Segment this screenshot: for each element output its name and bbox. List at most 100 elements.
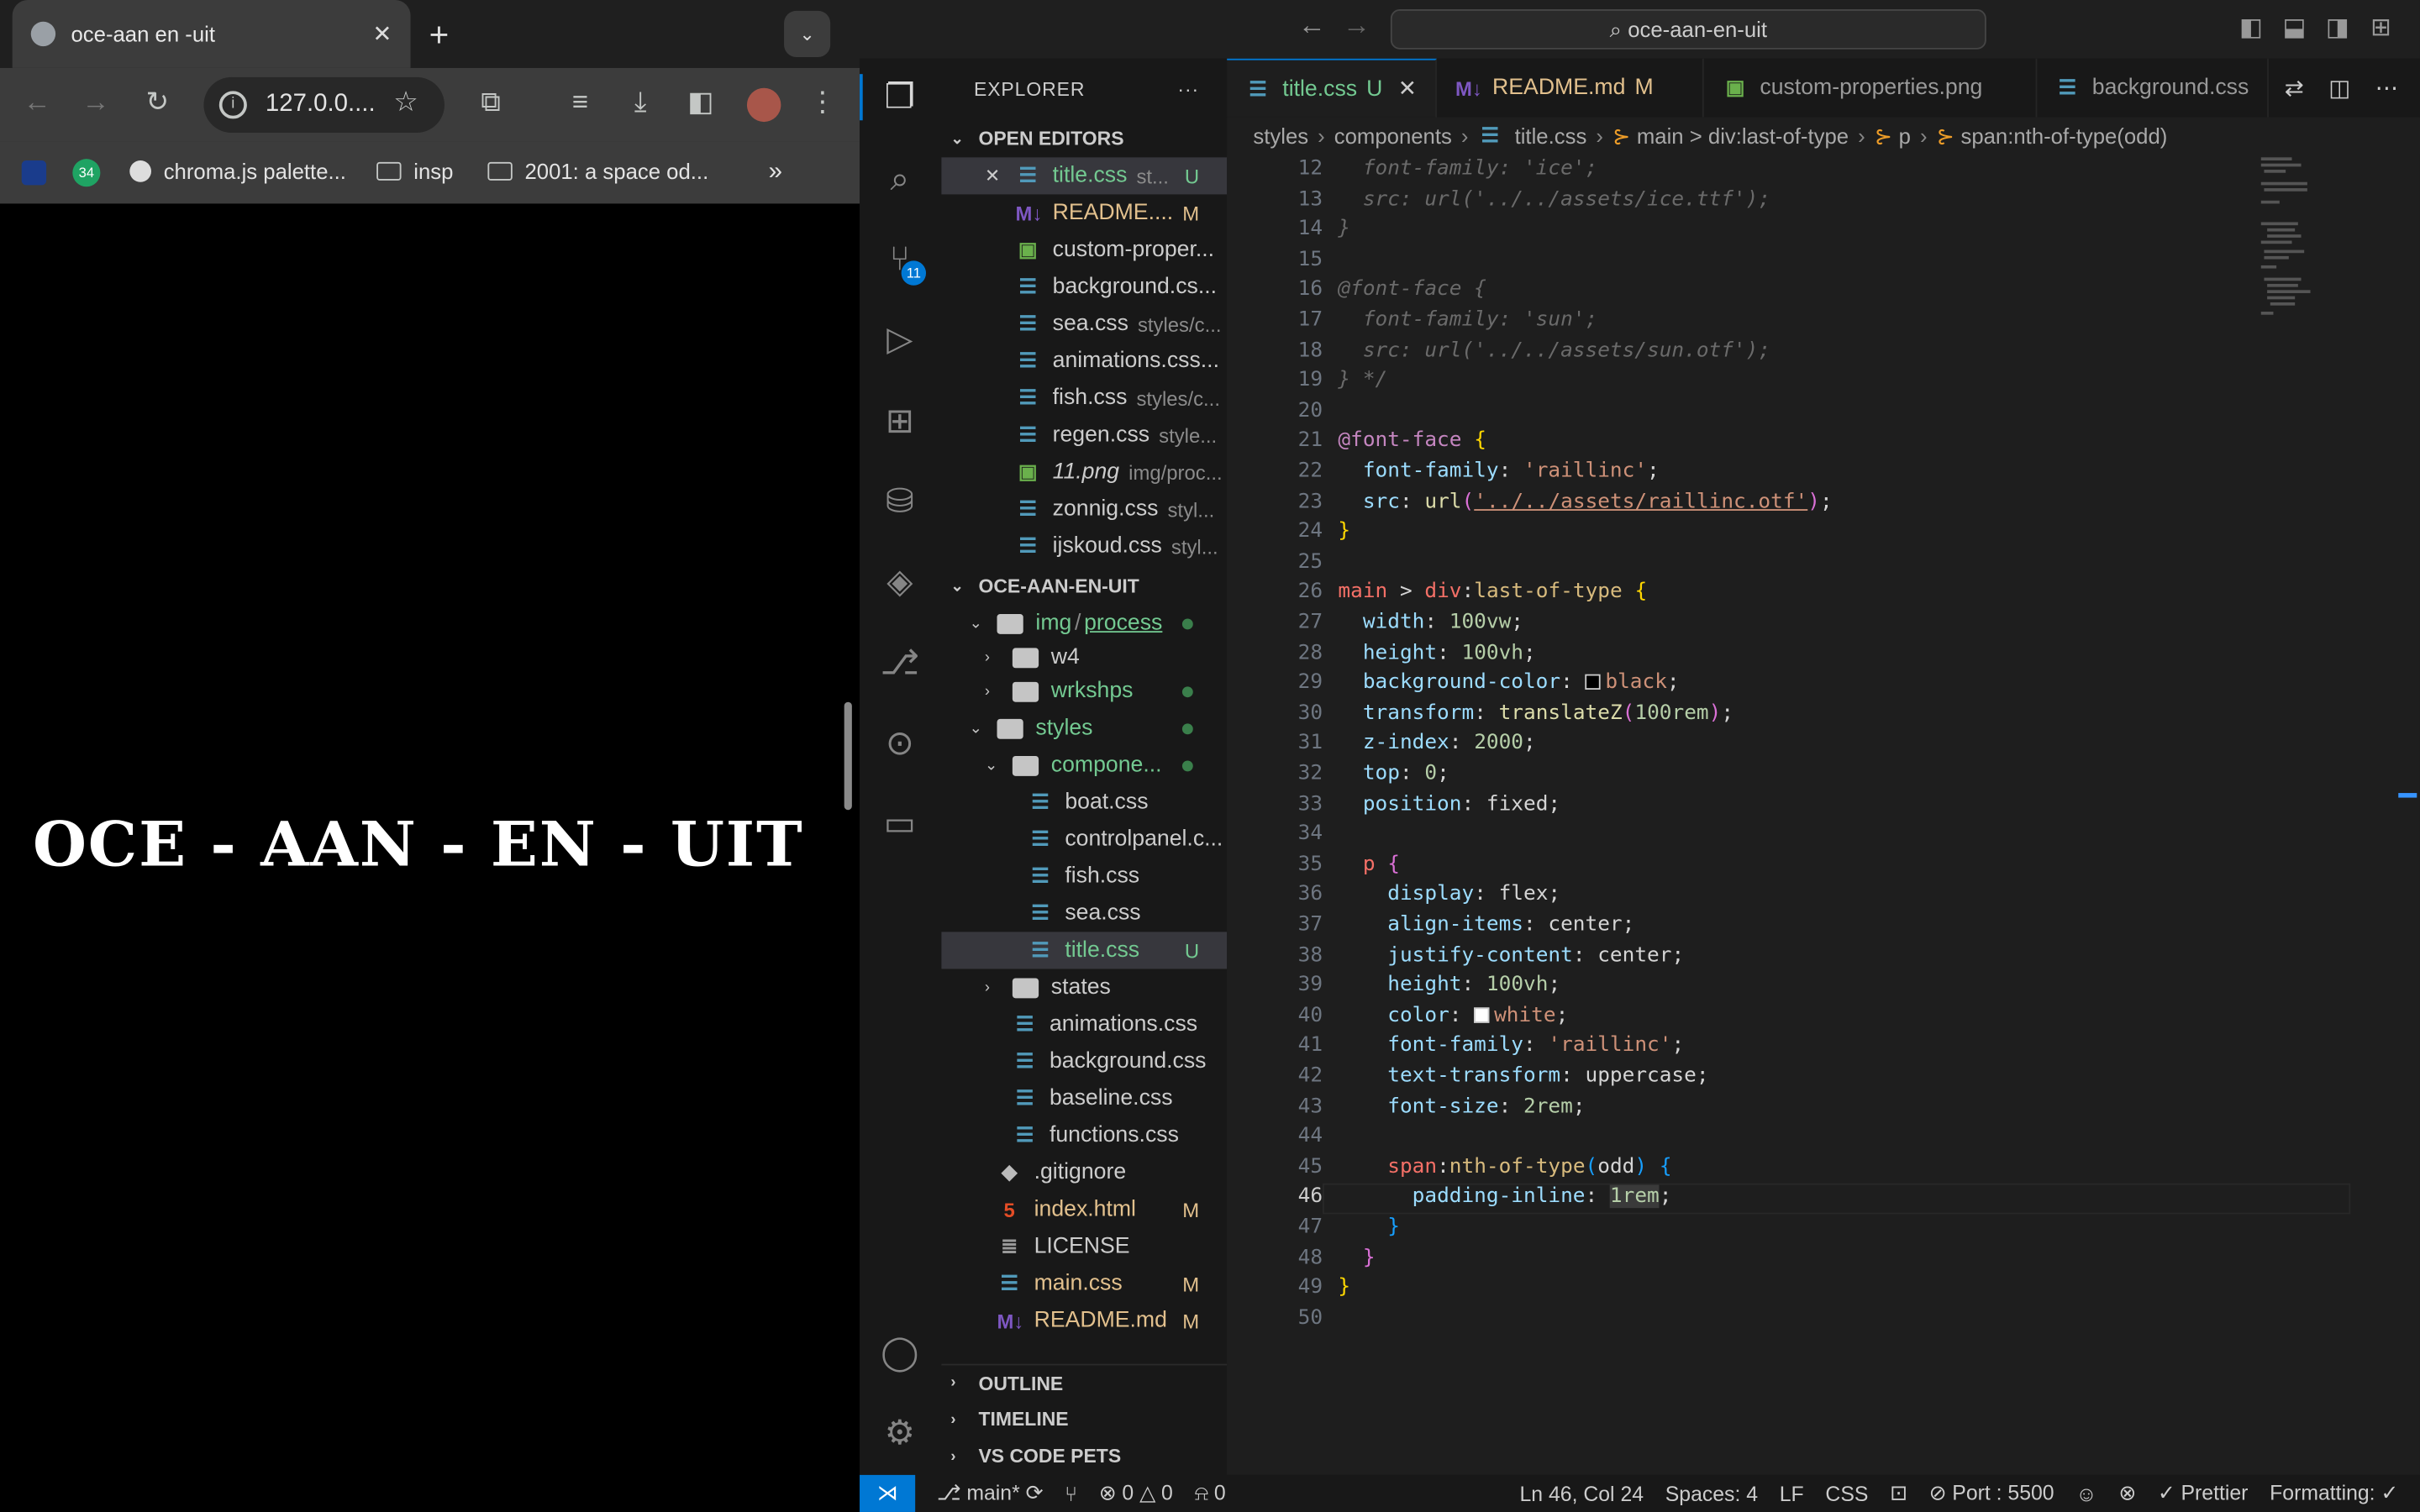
outline-section[interactable]: › OUTLINE: [941, 1363, 1228, 1401]
tree-file[interactable]: M↓ README.md M: [941, 1302, 1227, 1339]
extension-badge-icon[interactable]: 34: [72, 159, 101, 187]
more-bookmarks-icon[interactable]: »: [769, 159, 782, 186]
editor-tab-title-css[interactable]: ☰ title.css U ✕: [1227, 58, 1437, 118]
media-controls-icon[interactable]: ≡: [562, 87, 599, 119]
breadcrumb-item[interactable]: span:nth-of-type(odd): [1960, 123, 2167, 148]
tree-file[interactable]: ◆ .gitignore: [941, 1154, 1227, 1191]
timeline-section[interactable]: › TIMELINE: [941, 1401, 1227, 1438]
code-editor[interactable]: 12 13 14 15 16 17 18 19 20 21 22 23 24 25 26 27 28 29 30 31…: [1227, 154, 2420, 1475]
bookmark-folder-insp[interactable]: insp: [376, 159, 453, 184]
breadcrumb-item[interactable]: p: [1899, 123, 1911, 148]
tree-folder-components[interactable]: ⌄ compone...: [941, 747, 1227, 784]
breadcrumb-item[interactable]: title.css: [1515, 123, 1587, 148]
tree-file[interactable]: ☰ main.css M: [941, 1265, 1227, 1302]
live-server-port[interactable]: ⊘ Port : 5500: [1929, 1481, 2054, 1505]
tab-search-button[interactable]: ⌄: [784, 10, 831, 57]
open-editor-item[interactable]: ☰ fish.css styles/c...: [941, 380, 1227, 417]
tree-file-selected[interactable]: ☰ title.css U: [941, 932, 1228, 969]
git-history-icon[interactable]: ⊙: [876, 721, 923, 767]
editor-tab-custom-properties[interactable]: ▣ custom-properties.png: [1704, 58, 2037, 118]
browser-tab[interactable]: oce-aan en -uit ✕: [12, 0, 411, 68]
breadcrumb-item[interactable]: main > div:last-of-type: [1637, 123, 1849, 148]
git-graph-icon[interactable]: ⎇: [876, 640, 923, 686]
side-panel-icon[interactable]: ◧: [682, 87, 719, 119]
copilot-icon[interactable]: ☺: [2075, 1482, 2096, 1505]
tree-file[interactable]: ☰ functions.css: [941, 1117, 1227, 1154]
nav-back-icon[interactable]: ←: [1298, 9, 1326, 42]
accounts-icon[interactable]: ◯: [876, 1330, 923, 1376]
open-editor-item[interactable]: ☰ background.cs...: [941, 269, 1227, 306]
run-debug-icon[interactable]: ▷: [876, 317, 923, 363]
open-editors-section[interactable]: ⌄ OPEN EDITORS: [941, 120, 1227, 157]
menu-icon[interactable]: ⋮: [804, 87, 841, 119]
more-actions-icon[interactable]: ···: [1177, 79, 1199, 101]
customize-layout-icon[interactable]: ⊞: [2370, 13, 2391, 44]
problems-indicator[interactable]: ⊗ 0 △ 0: [1099, 1481, 1173, 1505]
breadcrumb-item[interactable]: styles: [1253, 123, 1308, 148]
nav-forward-icon[interactable]: →: [1343, 9, 1370, 42]
layers-icon[interactable]: ◈: [876, 559, 923, 605]
compare-changes-icon[interactable]: ⇄: [2285, 74, 2304, 102]
open-editor-item[interactable]: ▣ custom-proper...: [941, 232, 1227, 269]
extensions-icon[interactable]: ⧉: [472, 87, 509, 119]
bookmark-app-icon[interactable]: [21, 160, 47, 186]
indentation[interactable]: Spaces: 4: [1665, 1482, 1758, 1505]
tree-file[interactable]: 5 index.html M: [941, 1191, 1227, 1228]
tree-folder-wrkshps[interactable]: › wrkshps: [941, 673, 1227, 710]
open-editor-item[interactable]: ☰ regen.css style...: [941, 417, 1227, 454]
bookmark-chroma[interactable]: chroma.js palette...: [129, 159, 346, 184]
new-tab-button[interactable]: +: [429, 15, 450, 55]
database-icon[interactable]: ⛁: [876, 478, 923, 524]
tree-file[interactable]: ☰ fish.css: [941, 858, 1227, 895]
git-graph-status-icon[interactable]: ⑂: [1065, 1482, 1077, 1505]
formatting-status[interactable]: Formatting: ✓: [2270, 1481, 2398, 1505]
back-icon[interactable]: ←: [18, 87, 55, 119]
end-of-line[interactable]: LF: [1780, 1482, 1804, 1505]
close-tab-icon[interactable]: ✕: [372, 20, 392, 48]
more-actions-icon[interactable]: ⋯: [2375, 74, 2399, 102]
breadcrumb-item[interactable]: components: [1334, 123, 1452, 148]
settings-gear-icon[interactable]: ⚙: [876, 1410, 923, 1457]
editor-tab-readme[interactable]: M↓ README.md M: [1437, 58, 1705, 118]
language-mode[interactable]: CSS: [1825, 1482, 1868, 1505]
tree-folder-w4[interactable]: › w4: [941, 642, 1227, 673]
open-editor-item[interactable]: M↓ README.... M: [941, 194, 1227, 231]
open-editor-item[interactable]: ☰ animations.css...: [941, 343, 1227, 380]
reload-icon[interactable]: ↻: [139, 87, 176, 119]
branch-indicator[interactable]: ⎇ main* ⟳: [937, 1481, 1044, 1505]
tree-file[interactable]: ☰ animations.css: [941, 1006, 1227, 1043]
tree-folder-styles[interactable]: ⌄ styles: [941, 710, 1227, 747]
open-editor-item[interactable]: ☰ ijskoud.css styl...: [941, 528, 1227, 564]
bookmark-star-icon[interactable]: ☆: [387, 87, 424, 119]
prettier-status[interactable]: ✓ Prettier: [2158, 1481, 2249, 1505]
tree-file[interactable]: ≣ LICENSE: [941, 1228, 1227, 1265]
forward-icon[interactable]: →: [77, 87, 114, 119]
tree-file[interactable]: ☰ controlpanel.c...: [941, 821, 1227, 858]
toggle-sidebar-icon[interactable]: ◧: [2239, 13, 2263, 44]
cursor-position[interactable]: Ln 46, Col 24: [1520, 1482, 1644, 1505]
editor-tab-background[interactable]: ☰ background.css: [2037, 58, 2270, 118]
toggle-secondary-sidebar-icon[interactable]: ◨: [2326, 13, 2349, 44]
open-editor-item[interactable]: ✕ ☰ title.css st... U: [941, 157, 1228, 195]
vscode-pets-section[interactable]: › VS CODE PETS: [941, 1438, 1227, 1475]
site-info-icon[interactable]: i: [218, 91, 247, 119]
tree-file[interactable]: ☰ boat.css: [941, 784, 1227, 821]
open-editor-item[interactable]: ☰ zonnig.css styl...: [941, 491, 1227, 528]
toggle-panel-icon[interactable]: ⬓: [2282, 13, 2306, 44]
notifications-muted-icon[interactable]: ⊗: [2118, 1481, 2136, 1505]
tree-file[interactable]: ☰ background.css: [941, 1043, 1227, 1080]
tree-file[interactable]: ☰ sea.css: [941, 895, 1227, 932]
tree-folder-states[interactable]: › states: [941, 969, 1227, 1005]
tree-folder-img[interactable]: ⌄ img / process: [941, 605, 1227, 642]
open-editor-item[interactable]: ▣ 11.png img/proc...: [941, 454, 1227, 491]
explorer-icon[interactable]: ❐: [876, 74, 923, 120]
window-resize-handle[interactable]: [844, 701, 852, 811]
close-icon[interactable]: ✕: [985, 165, 1000, 187]
open-editor-item[interactable]: ☰ sea.css styles/c...: [941, 306, 1227, 343]
ports-indicator[interactable]: ⍾ 0: [1195, 1481, 1226, 1505]
search-icon[interactable]: ⌕: [876, 156, 923, 202]
remote-indicator-icon[interactable]: ⋊: [860, 1474, 916, 1512]
bookmark-folder-2001[interactable]: 2001: a space od...: [487, 159, 708, 184]
project-section[interactable]: ⌄ OCE-AAN-EN-UIT: [941, 568, 1227, 605]
download-icon[interactable]: ⤓: [622, 87, 659, 119]
